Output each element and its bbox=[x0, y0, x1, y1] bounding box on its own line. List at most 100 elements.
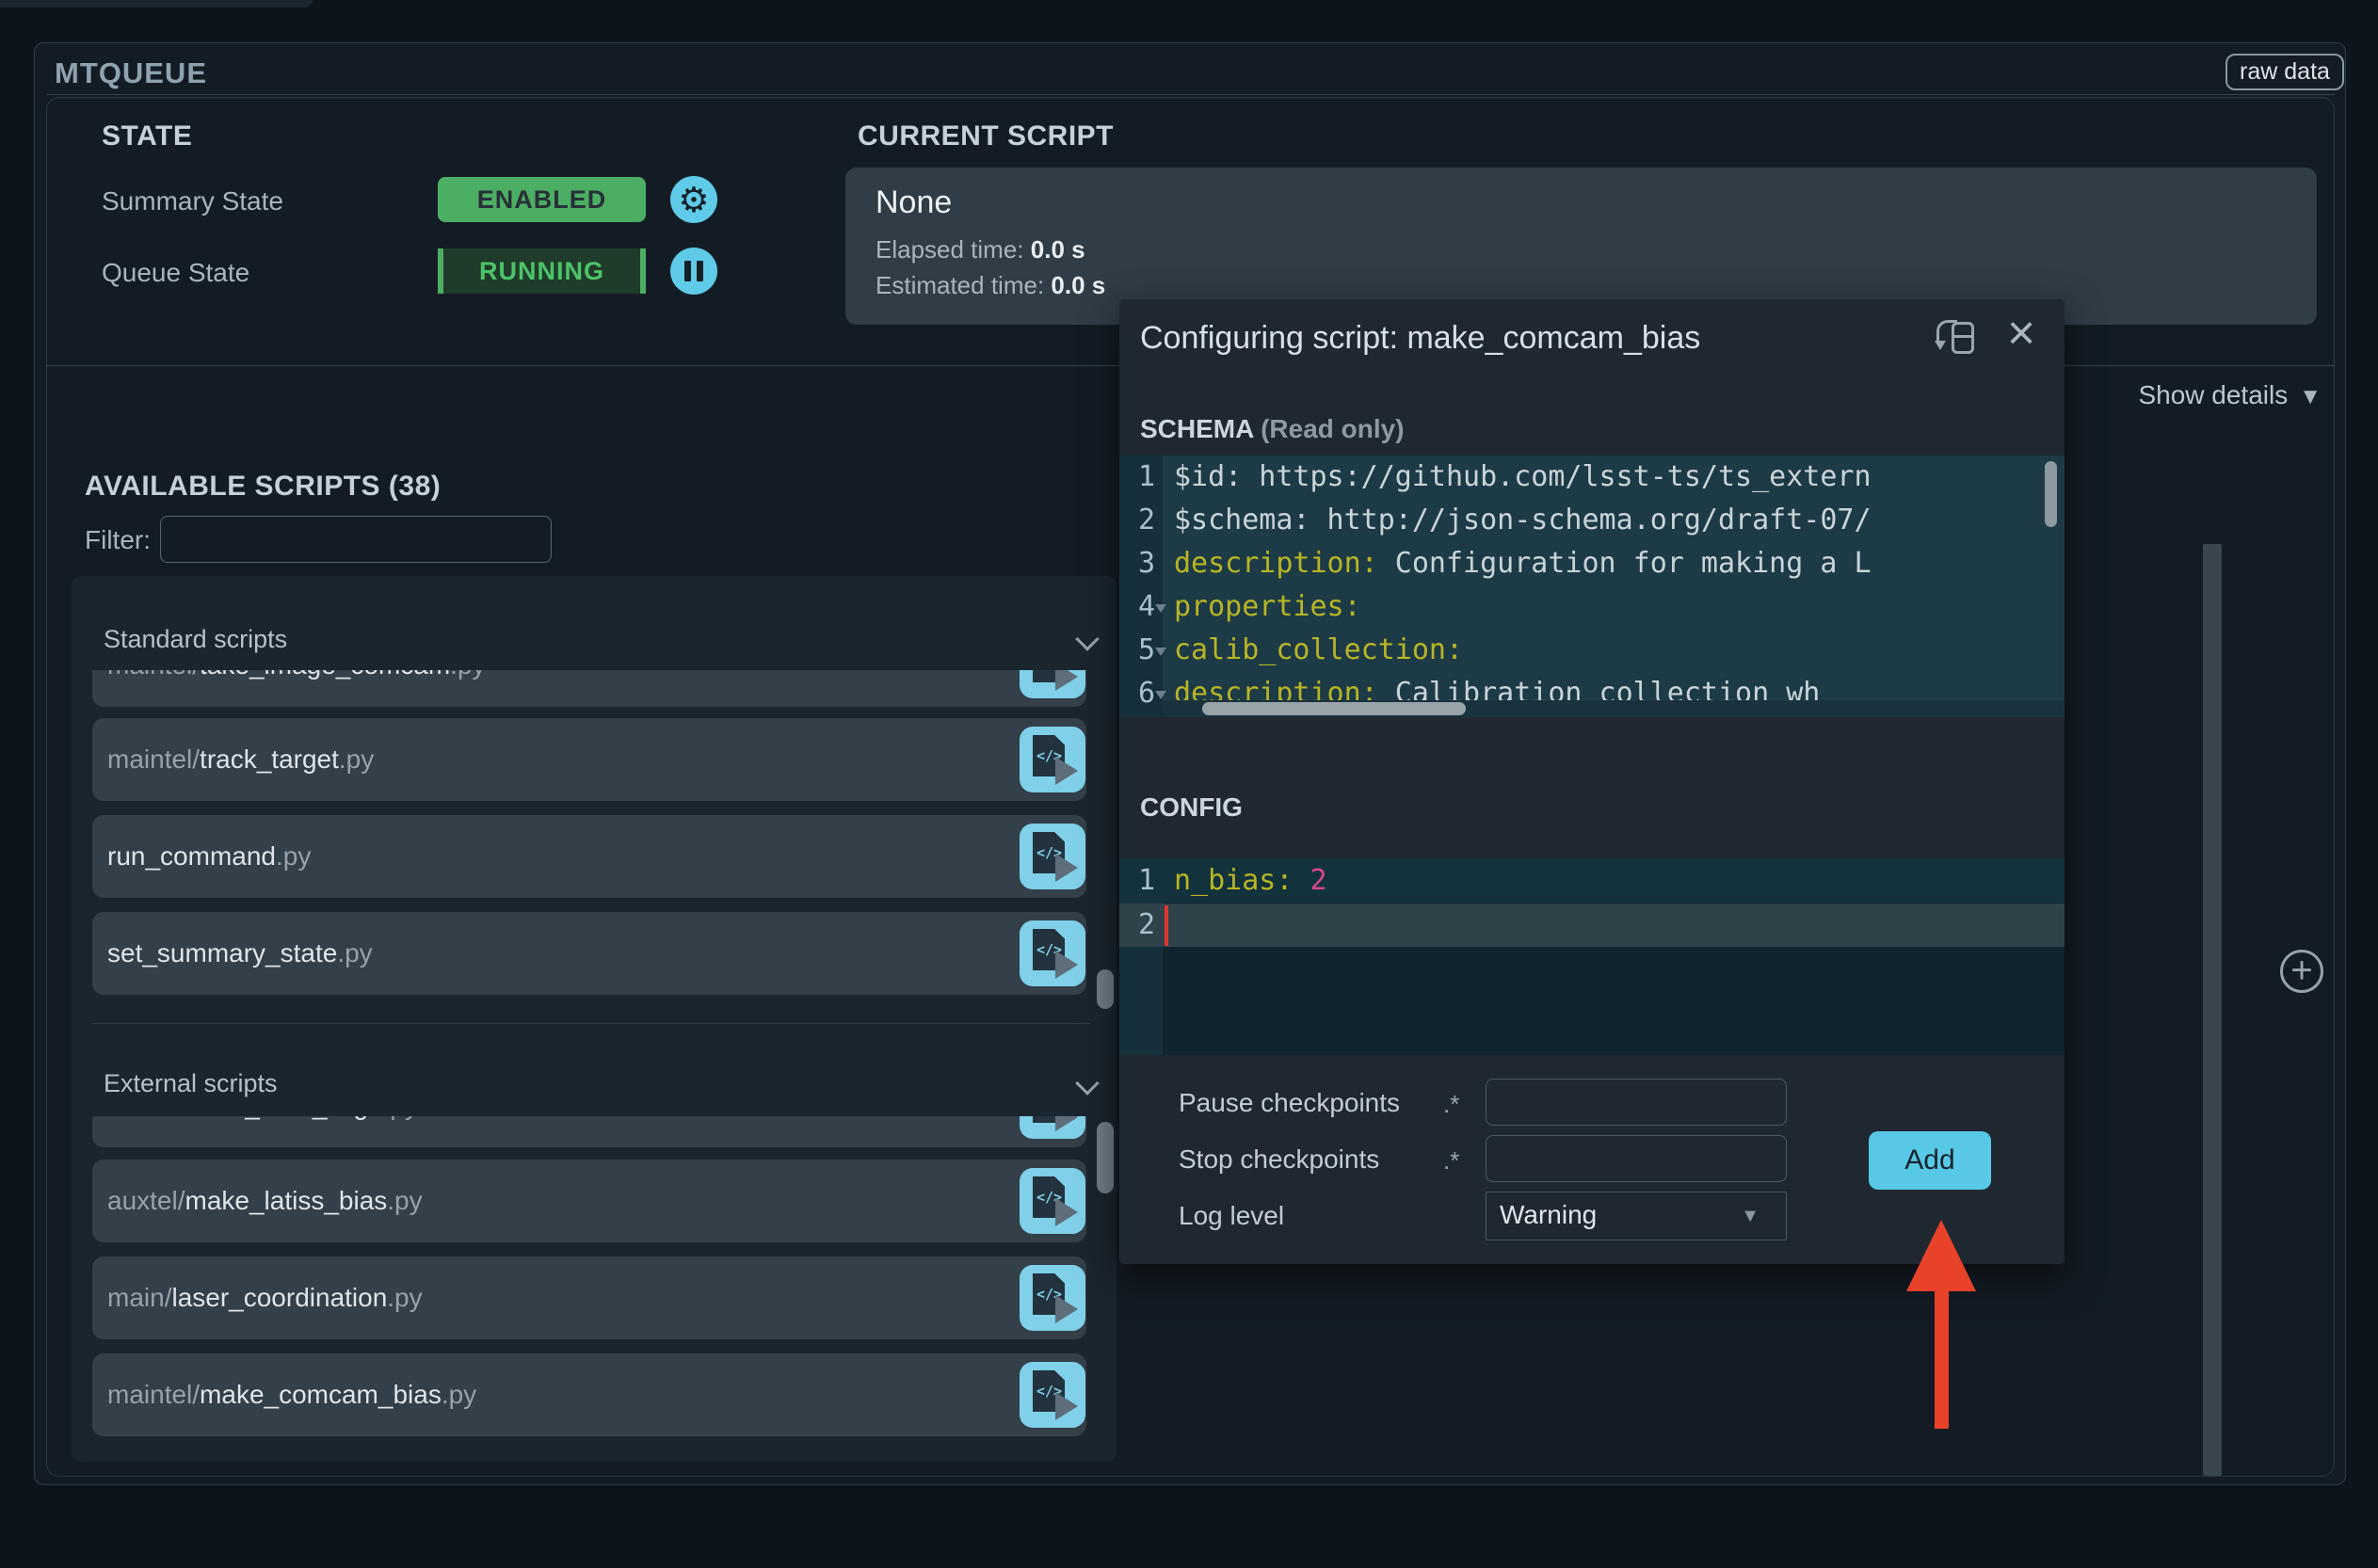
config-label: CONFIG bbox=[1140, 792, 1243, 822]
launch-script-icon[interactable]: </> bbox=[1020, 1362, 1085, 1428]
add-script-plus-icon[interactable]: + bbox=[2280, 950, 2323, 993]
script-list-item[interactable]: maintel/track_target.py </> bbox=[92, 718, 1086, 801]
detach-dialog-button[interactable] bbox=[1935, 320, 1978, 360]
pause-checkpoints-label: Pause checkpoints bbox=[1179, 1088, 1401, 1117]
line-number: 2 bbox=[1137, 504, 1155, 536]
schema-vertical-scrollbar-thumb[interactable] bbox=[2045, 461, 2057, 527]
line-number: 5 bbox=[1137, 633, 1155, 666]
summary-state-settings-button[interactable]: ⚙ bbox=[670, 176, 717, 223]
queue-state-badge: RUNNING bbox=[438, 248, 646, 294]
triangle-down-icon: ▼ bbox=[2299, 384, 2322, 409]
queue-column-scrollbar[interactable] bbox=[2203, 544, 2222, 1476]
launch-script-icon[interactable]: </> bbox=[1020, 920, 1085, 986]
fold-arrow-icon[interactable] bbox=[1155, 648, 1166, 656]
play-icon bbox=[1055, 1295, 1078, 1323]
annotation-arrow-up bbox=[1906, 1220, 1977, 1568]
script-path: auxtel/latiss_cwfs_align.py bbox=[107, 1116, 418, 1147]
close-icon[interactable]: × bbox=[1999, 309, 2044, 358]
fold-arrow-icon[interactable] bbox=[1155, 604, 1166, 613]
log-level-value: Warning bbox=[1500, 1200, 1598, 1229]
window-icon bbox=[1953, 335, 1972, 338]
code-line: 3 description: Configuration for making a… bbox=[1119, 542, 2065, 585]
summary-state-badge: ENABLED bbox=[438, 177, 646, 222]
config-editor[interactable]: 1 n_bias: 2 2 bbox=[1119, 859, 2065, 1055]
queue-state-label: Queue State bbox=[102, 258, 250, 287]
line-number: 2 bbox=[1137, 908, 1155, 941]
pause-checkpoints-input[interactable] bbox=[1486, 1079, 1787, 1126]
play-icon bbox=[1055, 1392, 1078, 1420]
pause-icon bbox=[697, 261, 703, 281]
schema-horizontal-scrollbar-thumb[interactable] bbox=[1202, 702, 1466, 715]
pause-icon bbox=[684, 261, 691, 281]
estimated-time: Estimated time: 0.0 s bbox=[876, 271, 1106, 299]
external-list-scrollbar-thumb[interactable] bbox=[1097, 1122, 1114, 1193]
chevron-down-icon[interactable] bbox=[1075, 627, 1100, 651]
current-script-name: None bbox=[876, 184, 953, 220]
script-path: maintel/make_comcam_bias.py bbox=[107, 1380, 477, 1409]
play-icon bbox=[1055, 1198, 1078, 1226]
script-list-item[interactable]: set_summary_state.py </> bbox=[92, 912, 1086, 995]
title-divider bbox=[46, 94, 2335, 95]
arrow-shaft bbox=[1935, 1289, 1949, 1429]
raw-data-button[interactable]: raw data bbox=[2225, 54, 2344, 90]
launch-script-icon[interactable]: </> bbox=[1020, 670, 1085, 698]
code-line: 1 $id: https://github.com/lsst-ts/ts_exte… bbox=[1119, 456, 2065, 499]
fold-arrow-icon[interactable] bbox=[1155, 691, 1166, 699]
script-path: auxtel/make_latiss_bias.py bbox=[107, 1186, 423, 1215]
line-number: 1 bbox=[1137, 460, 1155, 493]
line-number: 6 bbox=[1137, 677, 1155, 710]
launch-script-icon[interactable]: </> bbox=[1020, 824, 1085, 889]
script-list-item[interactable]: run_command.py </> bbox=[92, 815, 1086, 898]
elapsed-time: Elapsed time: 0.0 s bbox=[876, 235, 1085, 264]
line-number: 3 bbox=[1137, 547, 1155, 580]
filter-label: Filter: bbox=[85, 525, 151, 554]
standard-list-scrollbar-thumb[interactable] bbox=[1097, 969, 1114, 1009]
stop-checkpoints-label: Stop checkpoints bbox=[1179, 1144, 1380, 1174]
available-scripts-panel: Standard scripts maintel/take_image_comc… bbox=[72, 576, 1117, 1462]
play-icon bbox=[1055, 951, 1078, 979]
script-path: maintel/take_image_comcam.py bbox=[107, 670, 486, 707]
script-path: set_summary_state.py bbox=[107, 938, 373, 968]
script-path: maintel/track_target.py bbox=[107, 744, 375, 774]
gear-icon: ⚙ bbox=[678, 180, 710, 219]
text-cursor bbox=[1165, 905, 1168, 946]
mtqueue-screen: MTQUEUE raw data STATE Summary State ENA… bbox=[0, 0, 2378, 1568]
code-line: 1 n_bias: 2 bbox=[1119, 859, 2065, 903]
script-list-item[interactable]: maintel/take_image_comcam.py </> bbox=[92, 670, 1086, 707]
section-divider bbox=[92, 1023, 1090, 1024]
launch-script-icon[interactable]: </> bbox=[1020, 1265, 1085, 1331]
current-script-heading: CURRENT SCRIPT bbox=[858, 120, 1115, 152]
top-tab-decoration bbox=[0, 0, 313, 8]
standard-scripts-label: Standard scripts bbox=[104, 625, 288, 653]
show-details-toggle[interactable]: Show details ▼ bbox=[2138, 380, 2322, 410]
launch-script-icon[interactable]: </> bbox=[1020, 1168, 1085, 1234]
dialog-title: Configuring script: make_comcam_bias bbox=[1140, 320, 1701, 356]
script-path: run_command.py bbox=[107, 841, 312, 871]
arrow-head bbox=[1906, 1220, 1976, 1291]
pause-queue-button[interactable] bbox=[670, 248, 717, 295]
schema-editor[interactable]: 1 $id: https://github.com/lsst-ts/ts_exte… bbox=[1119, 456, 2065, 717]
chevron-down-icon[interactable] bbox=[1075, 1071, 1100, 1096]
stop-checkpoints-input[interactable] bbox=[1486, 1135, 1787, 1182]
script-list-item[interactable]: auxtel/latiss_cwfs_align.py </> bbox=[92, 1116, 1086, 1147]
filter-input[interactable] bbox=[160, 516, 552, 563]
code-line: 5 calib_collection: bbox=[1119, 629, 2065, 672]
launch-script-icon[interactable]: </> bbox=[1020, 1116, 1085, 1139]
configure-script-dialog: Configuring script: make_comcam_bias × S… bbox=[1119, 299, 2065, 1264]
summary-state-label: Summary State bbox=[102, 186, 283, 216]
pause-checkpoints-hint: .* bbox=[1443, 1090, 1460, 1118]
play-icon bbox=[1055, 757, 1078, 785]
play-icon bbox=[1055, 670, 1078, 691]
play-icon bbox=[1055, 1116, 1078, 1131]
select-caret-icon: ▼ bbox=[1741, 1206, 1759, 1226]
log-level-label: Log level bbox=[1179, 1201, 1285, 1230]
log-level-select[interactable]: Warning ▼ bbox=[1486, 1192, 1787, 1240]
launch-script-icon[interactable]: </> bbox=[1020, 727, 1085, 792]
line-number: 4 bbox=[1137, 590, 1155, 623]
line-number: 1 bbox=[1137, 864, 1155, 897]
script-list-item[interactable]: maintel/make_comcam_bias.py </> bbox=[92, 1353, 1086, 1436]
script-list-item[interactable]: auxtel/make_latiss_bias.py </> bbox=[92, 1160, 1086, 1242]
add-button[interactable]: Add bbox=[1869, 1131, 1991, 1190]
script-list-item[interactable]: main/laser_coordination.py </> bbox=[92, 1256, 1086, 1339]
schema-horizontal-scrollbar[interactable] bbox=[1163, 700, 2065, 717]
